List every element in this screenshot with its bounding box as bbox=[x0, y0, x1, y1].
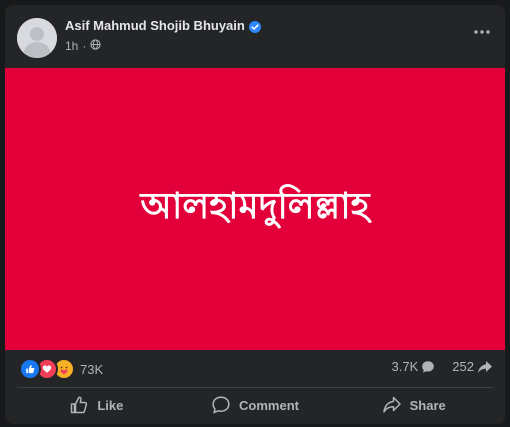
author-line: Asif Mahmud Shojib Bhuyain bbox=[65, 18, 261, 33]
more-options-button[interactable] bbox=[469, 19, 495, 45]
comments-stat[interactable]: 3.7K bbox=[392, 359, 436, 374]
comment-icon bbox=[212, 396, 230, 414]
like-label: Like bbox=[97, 397, 124, 413]
post-image[interactable]: আলহামদুলিল্লাহ bbox=[5, 68, 505, 350]
post-image-text: আলহামদুলিল্লাহ bbox=[140, 186, 370, 227]
globe-icon[interactable] bbox=[90, 39, 101, 53]
shares-count: 252 bbox=[452, 359, 474, 374]
default-avatar-icon bbox=[17, 18, 57, 58]
comment-button[interactable]: Comment bbox=[176, 388, 335, 422]
like-icon bbox=[71, 396, 88, 414]
shares-stat[interactable]: 252 bbox=[452, 359, 493, 374]
more-options-icon bbox=[474, 30, 490, 34]
verified-badge-icon bbox=[248, 20, 261, 33]
meta-separator: · bbox=[82, 39, 87, 53]
like-button[interactable]: Like bbox=[17, 388, 176, 422]
post-time[interactable]: 1h bbox=[65, 39, 78, 53]
author-avatar[interactable] bbox=[17, 18, 57, 58]
like-reaction-icon bbox=[19, 358, 41, 380]
author-name[interactable]: Asif Mahmud Shojib Bhuyain bbox=[65, 18, 245, 33]
engagement-stats: 3.7K 252 bbox=[392, 359, 493, 374]
share-button[interactable]: Share bbox=[334, 388, 493, 422]
share-icon bbox=[382, 396, 401, 413]
post-card: Asif Mahmud Shojib Bhuyain 1h · আলহামদুল… bbox=[5, 5, 505, 424]
comment-bubble-icon bbox=[422, 360, 435, 373]
post-meta: 1h · bbox=[65, 39, 101, 53]
post-stats: 73K 3.7K 252 bbox=[5, 354, 505, 384]
share-label: Share bbox=[409, 397, 446, 413]
comments-count: 3.7K bbox=[391, 359, 419, 374]
comment-label: Comment bbox=[239, 397, 299, 413]
reaction-count: 73K bbox=[80, 361, 104, 377]
post-actions: Like Comment Share bbox=[17, 388, 493, 422]
post-header: Asif Mahmud Shojib Bhuyain 1h · bbox=[5, 5, 505, 67]
share-arrow-icon bbox=[478, 360, 492, 373]
reactions-summary[interactable]: 73K bbox=[19, 358, 103, 380]
